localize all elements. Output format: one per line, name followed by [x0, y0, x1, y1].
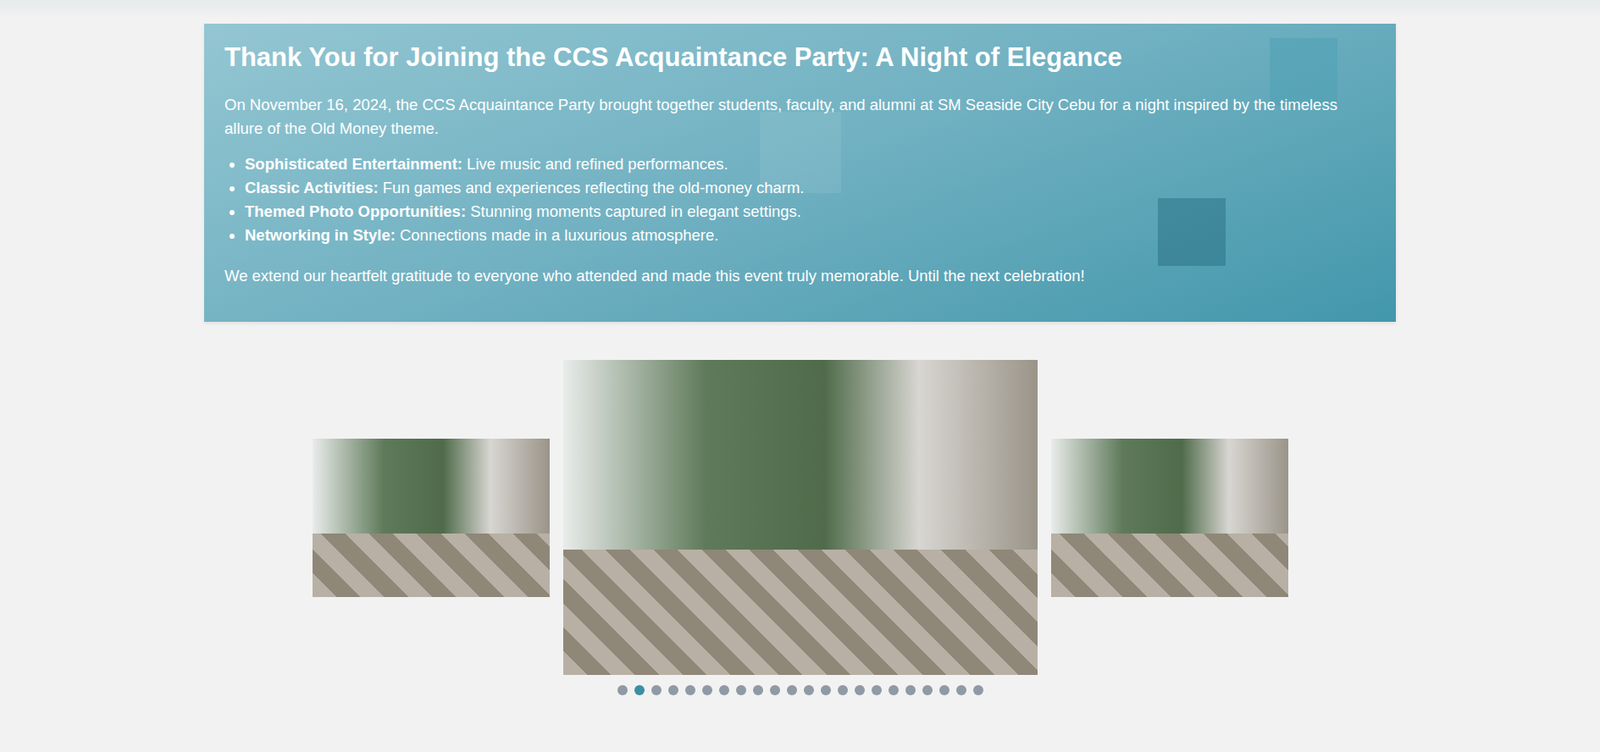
carousel-dot[interactable] [803, 685, 814, 696]
thank-you-banner: Thank You for Joining the CCS Acquaintan… [204, 23, 1396, 322]
carousel-dot[interactable] [719, 685, 730, 696]
photo-carousel [0, 359, 1600, 696]
carousel-dot[interactable] [668, 685, 679, 696]
banner-intro: On November 16, 2024, the CCS Acquaintan… [224, 93, 1376, 141]
carousel-dot[interactable] [956, 685, 967, 696]
highlight-item: Networking in Style: Connections made in… [244, 223, 1376, 248]
carousel-dot[interactable] [651, 685, 662, 696]
carousel-dot[interactable] [888, 685, 899, 696]
carousel-dot[interactable] [769, 685, 781, 696]
carousel-photo[interactable] [1051, 438, 1289, 598]
page: Thank You for Joining the CCS Acquaintan… [0, 0, 1600, 752]
carousel-dot[interactable] [702, 685, 713, 696]
decor-square [1157, 198, 1226, 266]
carousel-dot[interactable] [685, 685, 696, 696]
carousel-dot[interactable] [617, 685, 628, 696]
banner-closing: We extend our heartfelt gratitude to eve… [224, 264, 1376, 288]
highlight-list: Sophisticated Entertainment: Live music … [224, 152, 1376, 248]
carousel-photo[interactable] [312, 438, 550, 598]
carousel-dot[interactable] [837, 685, 848, 696]
highlight-item: Sophisticated Entertainment: Live music … [244, 152, 1376, 177]
carousel-dot[interactable] [820, 685, 831, 696]
carousel-dot[interactable] [939, 685, 950, 696]
carousel-dot[interactable] [854, 685, 865, 696]
carousel-dot[interactable] [736, 685, 747, 696]
carousel-dot[interactable] [871, 685, 882, 696]
carousel-dot[interactable] [922, 685, 933, 696]
highlight-item: Themed Photo Opportunities: Stunning mom… [244, 199, 1376, 224]
banner-title: Thank You for Joining the CCS Acquaintan… [224, 40, 1376, 75]
carousel-dot[interactable] [973, 685, 984, 696]
carousel-dots [617, 685, 984, 696]
highlight-item: Classic Activities: Fun games and experi… [244, 176, 1376, 200]
decor-square [1269, 38, 1338, 106]
carousel-dot[interactable] [634, 685, 645, 696]
carousel-dot[interactable] [905, 685, 916, 696]
carousel-dot[interactable] [786, 685, 798, 696]
carousel-dot[interactable] [752, 685, 764, 696]
carousel-photo[interactable] [563, 359, 1038, 676]
